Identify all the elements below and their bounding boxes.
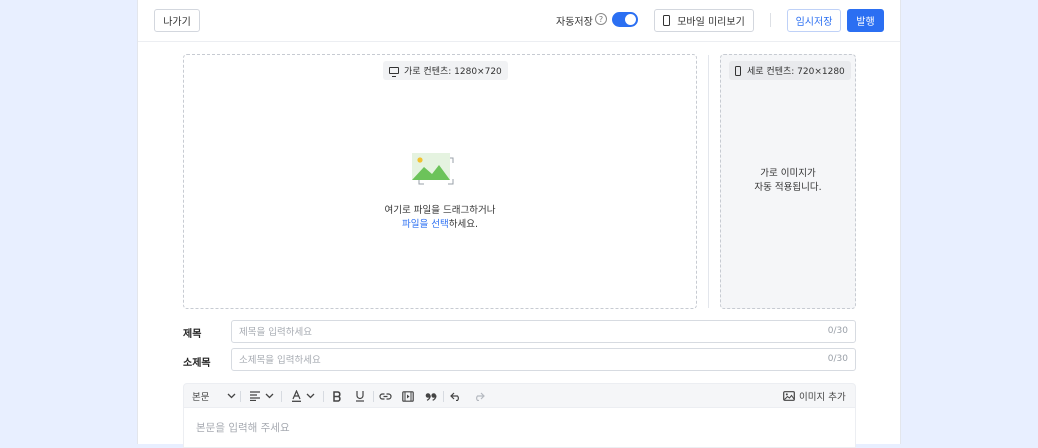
dropzone-divider	[708, 55, 709, 308]
undo-icon	[450, 392, 459, 401]
body-editor-placeholder: 본문을 입력해 주세요	[196, 422, 290, 434]
chevron-down-icon	[228, 393, 236, 399]
mobile-preview-label: 모바일 미리보기	[677, 17, 745, 28]
paragraph-style-label: 본문	[192, 392, 210, 403]
help-icon[interactable]: ?	[595, 13, 607, 25]
editor-panel: 나가기 자동저장 ? 모바일 미리보기 임시저장 발행 가로 컨텐츠: 1280…	[137, 0, 901, 448]
underline-button[interactable]	[355, 388, 365, 404]
toolbar-separator	[443, 391, 444, 402]
bold-button[interactable]	[332, 388, 342, 404]
toolbar-separator	[323, 391, 324, 402]
chevron-down-icon	[306, 393, 315, 399]
title-field[interactable]: 0/30	[231, 320, 856, 343]
text-color-icon	[292, 390, 301, 402]
drop-instruction-line1: 여기로 파일을 드래그하거나	[384, 205, 496, 216]
phone-icon	[735, 65, 741, 76]
toolbar-divider	[770, 13, 771, 27]
exit-button[interactable]: 나가기	[154, 9, 200, 32]
horizontal-size-text: 가로 컨텐츠: 1280×720	[404, 67, 502, 77]
title-label: 제목	[183, 329, 202, 340]
subtitle-label: 소제목	[183, 358, 211, 369]
toolbar-separator	[373, 391, 374, 402]
quote-button[interactable]	[425, 388, 437, 404]
link-icon	[379, 392, 392, 400]
quote-icon	[425, 392, 437, 401]
paragraph-style-select[interactable]: 본문	[192, 388, 236, 404]
toggle-knob	[625, 14, 636, 25]
text-color-button[interactable]	[291, 388, 315, 404]
bold-icon	[333, 390, 341, 402]
drop-instruction-suffix: 하세요.	[448, 219, 478, 230]
subtitle-char-counter: 0/30	[827, 354, 848, 364]
vertical-dropzone[interactable]: 세로 컨텐츠: 720×1280 가로 이미지가 자동 적용됩니다.	[720, 54, 856, 309]
image-placeholder-icon	[412, 153, 454, 185]
publish-button[interactable]: 발행	[847, 9, 884, 32]
horizontal-dropzone[interactable]: 가로 컨텐츠: 1280×720 여기로 파일을 드래그하거나 파일을 선택하세…	[183, 54, 697, 309]
mobile-preview-button[interactable]: 모바일 미리보기	[654, 9, 754, 32]
editor-toolbar: 본문 이미지 추가	[183, 383, 856, 408]
title-input[interactable]	[239, 325, 799, 339]
video-icon	[402, 390, 414, 402]
top-bar: 나가기 자동저장 ? 모바일 미리보기 임시저장 발행	[138, 0, 900, 42]
drop-instruction-line2: 파일을 선택하세요.	[184, 218, 696, 232]
autosave-toggle[interactable]	[612, 12, 638, 27]
vertical-note-line1: 가로 이미지가	[760, 168, 816, 179]
vertical-dropzone-note: 가로 이미지가 자동 적용됩니다.	[721, 167, 855, 195]
align-button[interactable]	[249, 388, 274, 404]
vertical-size-badge: 세로 컨텐츠: 720×1280	[729, 61, 851, 80]
vertical-size-text: 세로 컨텐츠: 720×1280	[747, 67, 845, 77]
horizontal-size-badge: 가로 컨텐츠: 1280×720	[383, 61, 508, 80]
select-file-link[interactable]: 파일을 선택	[402, 219, 449, 230]
save-draft-button[interactable]: 임시저장	[787, 9, 841, 32]
subtitle-field[interactable]: 0/30	[231, 348, 856, 371]
redo-button[interactable]	[473, 388, 485, 404]
autosave-label: 자동저장	[556, 17, 593, 28]
image-icon	[783, 391, 795, 401]
toolbar-separator	[240, 391, 241, 402]
add-image-button[interactable]: 이미지 추가	[783, 388, 846, 404]
title-char-counter: 0/30	[827, 326, 848, 336]
underline-icon	[356, 391, 364, 402]
vertical-note-line2: 자동 적용됩니다.	[754, 182, 822, 193]
redo-icon	[476, 392, 485, 401]
mobile-icon	[663, 15, 671, 26]
link-button[interactable]	[379, 388, 392, 404]
dropzone-instructions: 여기로 파일을 드래그하거나 파일을 선택하세요.	[184, 204, 696, 232]
align-left-icon	[250, 391, 260, 401]
toolbar-separator	[281, 391, 282, 402]
add-image-label: 이미지 추가	[799, 392, 846, 403]
chevron-down-icon	[265, 393, 274, 399]
body-editor[interactable]: 본문을 입력해 주세요	[183, 408, 856, 448]
subtitle-input[interactable]	[239, 353, 799, 367]
monitor-icon	[389, 67, 399, 77]
undo-button[interactable]	[450, 388, 462, 404]
video-button[interactable]	[402, 388, 414, 404]
